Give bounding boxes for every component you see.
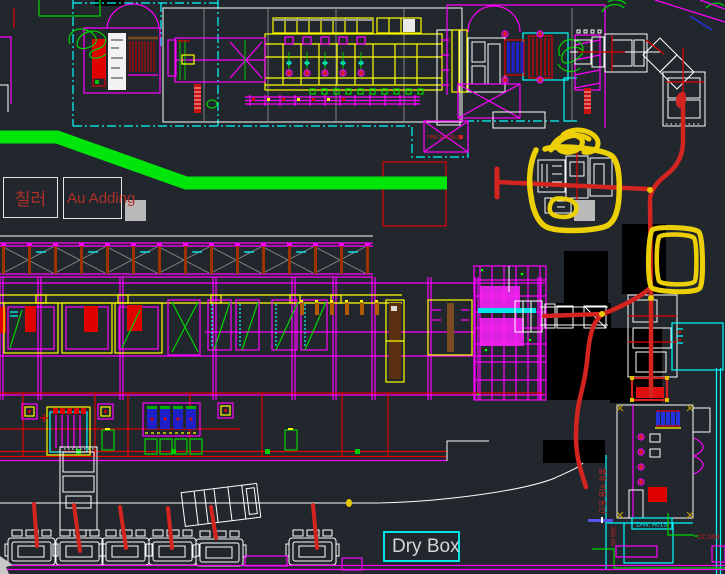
- dry-box-label[interactable]: Dry Box: [383, 531, 460, 562]
- top-process-line[interactable]: [168, 18, 460, 125]
- main-equipment-hall[interactable]: [0, 266, 546, 400]
- overhead-truss: [0, 243, 373, 277]
- dim-note-text: 300.00: [609, 526, 616, 546]
- utility-piping: [0, 393, 543, 461]
- cad-canvas[interactable]: T/MCH & BUS: [0, 0, 725, 574]
- au-adding-label[interactable]: Au Adding: [63, 177, 122, 219]
- top-left-machine[interactable]: [84, 4, 160, 93]
- au-adding-label-text: Au Adding: [67, 190, 135, 207]
- green-scribble-topright[interactable]: [558, 0, 724, 71]
- dry-box-label-text: Dry Box: [392, 536, 460, 558]
- cc-008-text: CC 008: [697, 534, 719, 541]
- dw-a01s-text: D/W. A01S: [636, 522, 668, 529]
- red-inspection-square[interactable]: [383, 162, 446, 226]
- chiller-label-text: 칠러: [15, 185, 46, 210]
- gray-blocks: [125, 200, 595, 221]
- route-note-text: 물류 이동 동선: [598, 468, 608, 514]
- corner-pointer-shape: [0, 556, 13, 574]
- bottom-boundary-lines: [0, 546, 725, 570]
- chiller-label[interactable]: 칠러: [3, 177, 58, 218]
- top-right-machine-room[interactable]: [447, 5, 605, 128]
- left-edge-marks: [0, 0, 100, 112]
- torch-bus-text: T/MCH & BUS: [426, 135, 462, 141]
- torch-bus-box[interactable]: T/MCH & BUS: [424, 121, 468, 152]
- corner-diagonal-lines: [655, 0, 725, 30]
- floorplan-drawing: T/MCH & BUS: [0, 0, 725, 574]
- cart-marker-strokes-red[interactable]: [34, 504, 317, 551]
